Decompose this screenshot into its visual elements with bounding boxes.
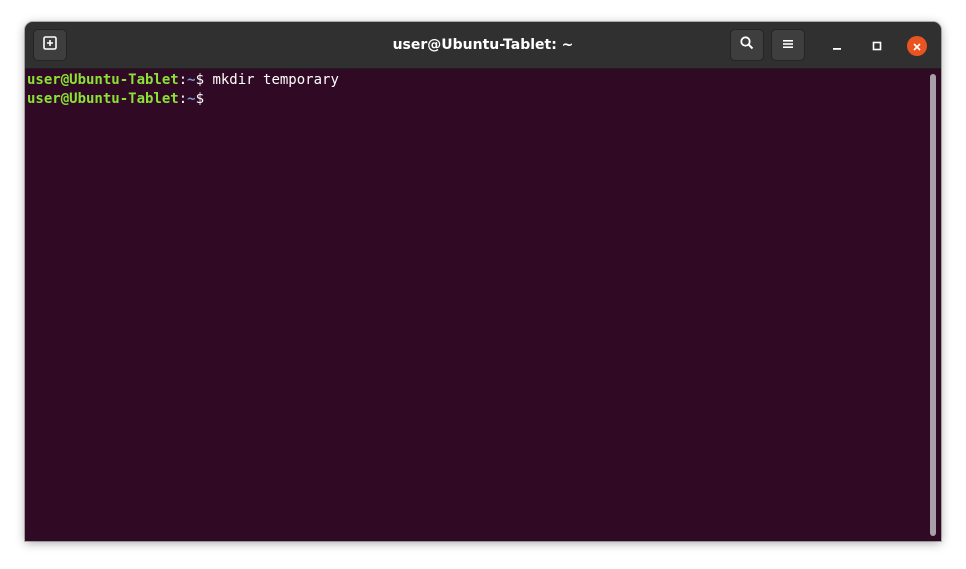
prompt-user-host: user@Ubuntu-Tablet: [27, 72, 179, 88]
search-icon: [739, 35, 755, 55]
headerbar: user@Ubuntu-Tablet: ~: [25, 22, 941, 69]
search-button[interactable]: [730, 29, 764, 61]
prompt-dollar: $: [195, 91, 205, 107]
scrollbar[interactable]: [930, 74, 936, 536]
close-button[interactable]: [907, 36, 927, 56]
menu-button[interactable]: [771, 29, 805, 61]
new-tab-icon: [42, 35, 58, 55]
prompt-colon: :: [178, 91, 188, 107]
hamburger-menu-icon: [781, 36, 795, 55]
prompt-colon: :: [178, 72, 188, 88]
terminal-line: user@Ubuntu-Tablet:~$ mkdir temporary: [27, 71, 941, 90]
prompt-user-host: user@Ubuntu-Tablet: [27, 91, 179, 107]
minimize-button[interactable]: [827, 36, 847, 56]
new-tab-button[interactable]: [33, 29, 67, 61]
prompt-path: ~: [187, 91, 196, 107]
close-icon: [912, 37, 922, 56]
command-text: mkdir temporary: [212, 72, 339, 88]
terminal-output[interactable]: user@Ubuntu-Tablet:~$ mkdir temporary us…: [25, 69, 941, 541]
maximize-icon: [871, 37, 883, 56]
prompt-path: ~: [187, 72, 196, 88]
prompt-dollar: $: [195, 72, 213, 88]
terminal-window: user@Ubuntu-Tablet: ~ user@Ubuntu-Tablet…: [25, 22, 941, 541]
terminal-line: user@Ubuntu-Tablet:~$: [27, 90, 941, 109]
minimize-icon: [831, 37, 843, 56]
maximize-button[interactable]: [867, 36, 887, 56]
